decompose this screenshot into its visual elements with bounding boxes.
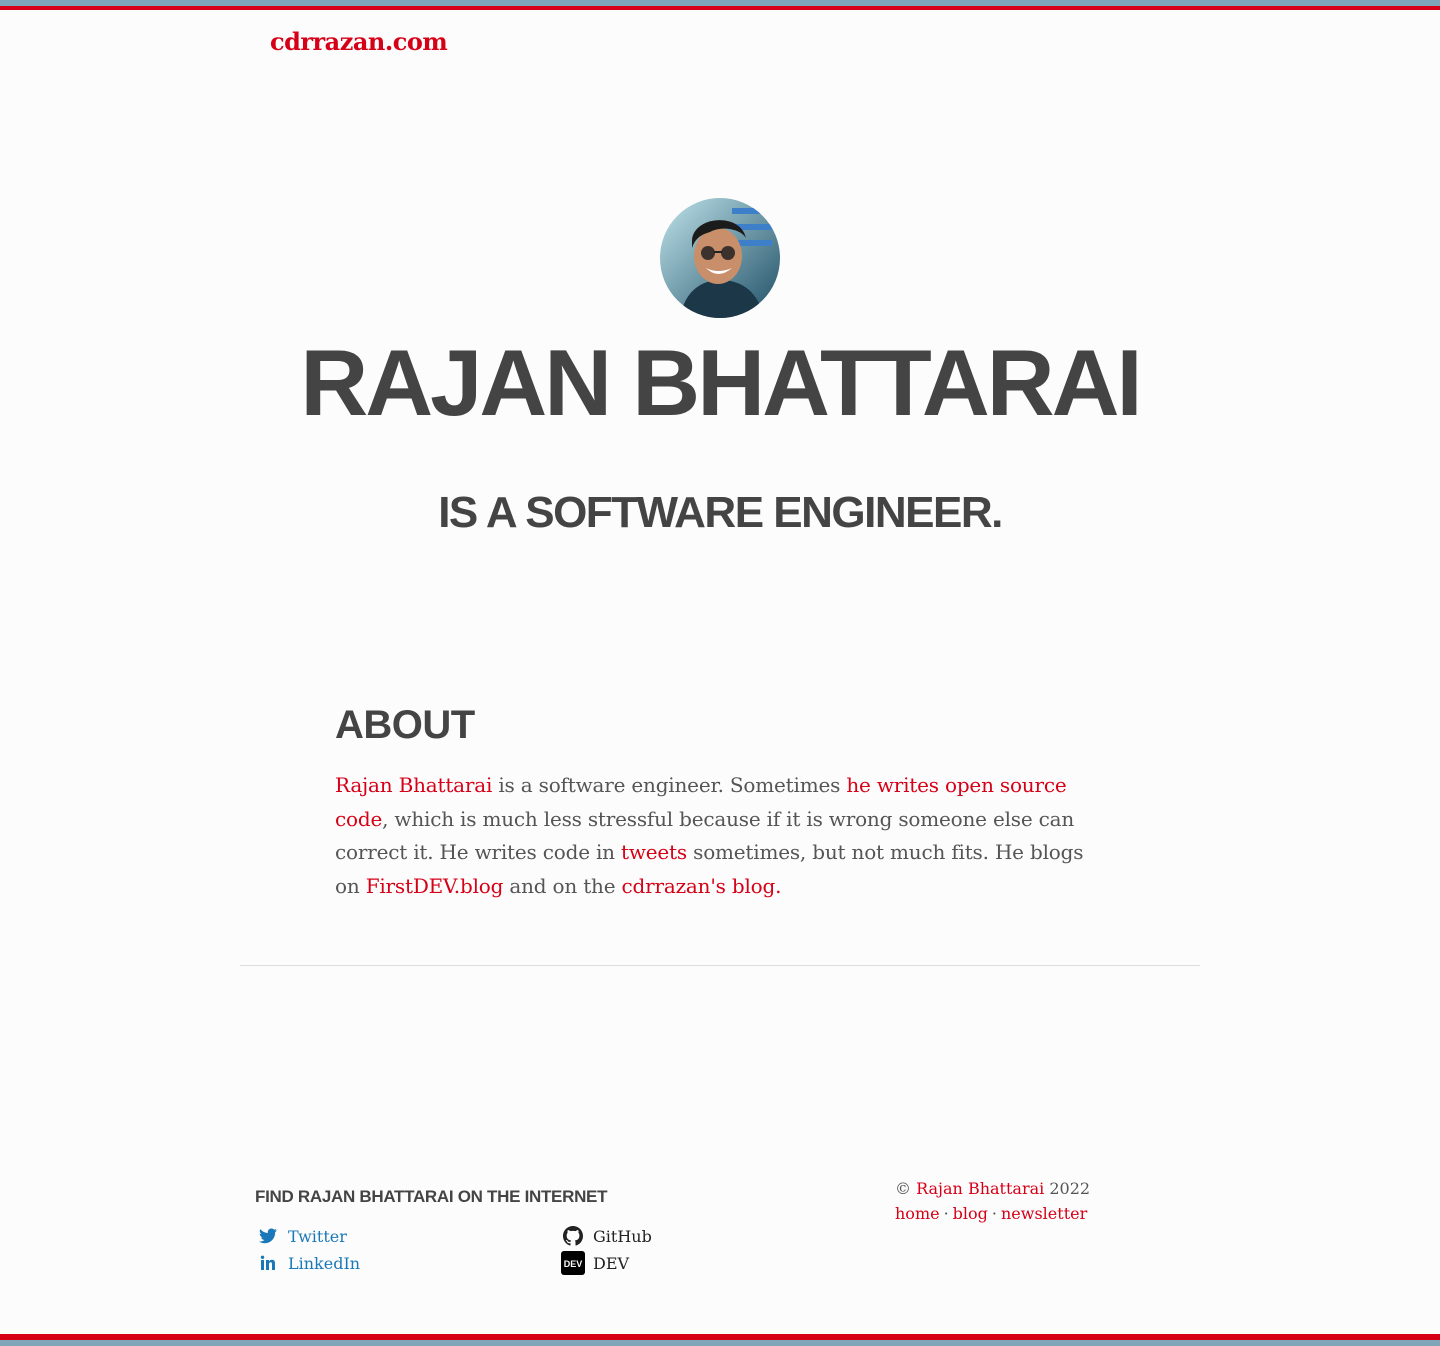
find-heading: FIND RAJAN BHATTARAI ON THE INTERNET bbox=[255, 1187, 608, 1206]
about-heading: ABOUT bbox=[335, 703, 475, 747]
twitter-label: Twitter bbox=[288, 1226, 347, 1246]
about-paragraph: Rajan Bhattarai is a software engineer. … bbox=[335, 769, 1110, 904]
linkedin-icon bbox=[256, 1251, 280, 1275]
github-label: GitHub bbox=[593, 1226, 652, 1246]
about-text-1: is a software engineer. Sometimes bbox=[492, 773, 847, 797]
twitter-icon bbox=[256, 1224, 280, 1248]
twitter-link[interactable]: Twitter bbox=[256, 1224, 347, 1248]
footer-nav-home[interactable]: home bbox=[895, 1204, 940, 1223]
dev-icon: DEV bbox=[561, 1251, 585, 1275]
dev-label: DEV bbox=[593, 1253, 630, 1273]
dev-link[interactable]: DEV DEV bbox=[561, 1251, 629, 1275]
linkedin-link[interactable]: LinkedIn bbox=[256, 1251, 360, 1275]
github-link[interactable]: GitHub bbox=[561, 1224, 652, 1248]
about-name-link[interactable]: Rajan Bhattarai bbox=[335, 773, 492, 797]
about-text-4: and on the bbox=[503, 874, 622, 899]
hero-name: RAJAN BHATTARAI bbox=[300, 330, 1142, 435]
tweets-link[interactable]: tweets bbox=[621, 840, 687, 864]
top-stripe-red bbox=[0, 6, 1440, 10]
bottom-accent-bar bbox=[0, 1334, 1440, 1346]
footer-nav-newsletter[interactable]: newsletter bbox=[1001, 1204, 1087, 1223]
copyright-symbol: © bbox=[895, 1179, 911, 1198]
hero-subtitle: IS A SOFTWARE ENGINEER. bbox=[438, 488, 1003, 537]
footer-nav-blog[interactable]: blog bbox=[953, 1204, 988, 1223]
copyright-year: 2022 bbox=[1049, 1179, 1091, 1198]
linkedin-label: LinkedIn bbox=[288, 1253, 361, 1273]
footer-nav: home · blog · newsletter bbox=[895, 1201, 1090, 1226]
copyright-name-link[interactable]: Rajan Bhattarai bbox=[916, 1179, 1044, 1198]
site-title-link[interactable]: cdrrazan.com bbox=[270, 27, 448, 56]
top-accent-bar bbox=[0, 0, 1440, 10]
personal-blog-link[interactable]: cdrrazan's blog. bbox=[622, 874, 782, 898]
avatar bbox=[660, 198, 780, 318]
github-icon bbox=[561, 1224, 585, 1248]
firstdev-blog-link[interactable]: FirstDEV.blog bbox=[366, 874, 504, 898]
footer-nav-separator: · bbox=[991, 1204, 997, 1223]
copyright-block: © Rajan Bhattarai 2022 home · blog · newslet… bbox=[895, 1176, 1090, 1226]
copyright-line: © Rajan Bhattarai 2022 bbox=[895, 1176, 1090, 1201]
section-divider bbox=[240, 965, 1200, 966]
bottom-stripe-blue bbox=[0, 1340, 1440, 1346]
footer-nav-separator: · bbox=[943, 1204, 949, 1223]
svg-text:DEV: DEV bbox=[564, 1259, 583, 1269]
